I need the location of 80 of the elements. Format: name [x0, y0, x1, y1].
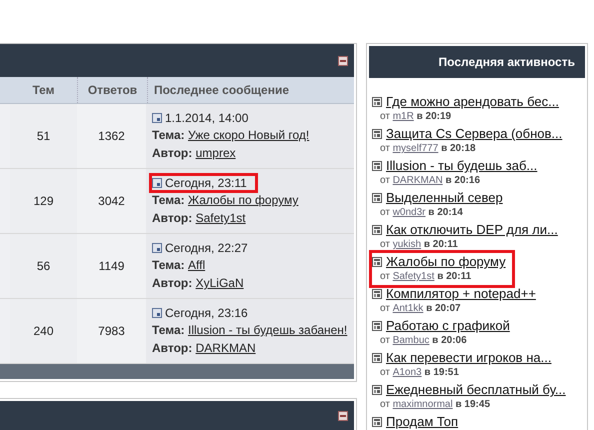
- topic-link[interactable]: Как отключить DEP для ли...: [386, 222, 558, 237]
- topic-link[interactable]: Выделенный север: [386, 190, 503, 205]
- author-link[interactable]: Safety1st: [196, 211, 246, 225]
- post-date: Сегодня, 23:11: [165, 176, 247, 190]
- topic-icon: [372, 128, 382, 138]
- topic-link[interactable]: Illusion - ты будешь заб...: [386, 158, 538, 173]
- post-date: Сегодня, 22:27: [165, 241, 248, 255]
- topic-link[interactable]: Жалобы по форуму: [386, 254, 506, 269]
- panel-title: Последняя активность: [438, 55, 575, 69]
- topic-link[interactable]: Ежедневный бесплатный бу...: [386, 382, 566, 397]
- topic-icon: [372, 224, 382, 234]
- author-line: Автор: XyLiGaN: [152, 276, 244, 290]
- topic-icon: [372, 256, 382, 266]
- post-icon: [152, 113, 162, 123]
- activity-meta: от DARKMAN в 20:16: [380, 175, 480, 186]
- author-link[interactable]: XyLiGaN: [196, 276, 244, 290]
- table-cell: 3042: [98, 194, 125, 208]
- topic-link[interactable]: Жалобы по форуму: [188, 193, 298, 207]
- topic-icon: [372, 96, 382, 106]
- user-link[interactable]: yukish: [392, 239, 422, 250]
- table-cell: 1362: [98, 129, 125, 143]
- topic-link[interactable]: Как перевести игроков на...: [386, 350, 552, 365]
- topic-line: Тема: Жалобы по форуму: [152, 193, 298, 207]
- topic-icon: [372, 352, 382, 362]
- topic-icon: [372, 160, 382, 170]
- topic-line: Тема: Illusion - ты будешь забанен!: [152, 323, 348, 337]
- topic-icon: [372, 384, 382, 394]
- post-date: Сегодня, 23:16: [165, 306, 248, 320]
- topic-link[interactable]: Где можно арендовать бес...: [386, 94, 559, 109]
- author-line: Автор: Safety1st: [152, 211, 246, 225]
- topic-icon: [372, 288, 382, 298]
- column-header: Ответов: [88, 83, 138, 97]
- activity-meta: от Safety1st в 20:11: [380, 271, 472, 282]
- user-link[interactable]: w0nd3r: [392, 207, 426, 218]
- user-link[interactable]: maximnormal: [392, 399, 453, 410]
- collapse-icon[interactable]: [338, 56, 348, 66]
- activity-meta: от A1on3 в 19:51: [380, 367, 459, 378]
- table-cell: 51: [36, 129, 50, 143]
- column-header: Последнее сообщение: [154, 83, 289, 97]
- activity-meta: от m1R в 20:19: [380, 111, 452, 122]
- post-icon: [152, 308, 162, 318]
- user-link[interactable]: myself777: [392, 143, 438, 154]
- activity-meta: от w0nd3r в 20:14: [380, 207, 463, 218]
- post-date: 1.1.2014, 14:00: [165, 111, 248, 125]
- topic-link[interactable]: Компилятор + notepad++: [386, 286, 536, 301]
- post-icon: [152, 243, 162, 253]
- user-link[interactable]: DARKMAN: [392, 175, 443, 186]
- topic-link[interactable]: Illusion - ты будешь забанен!: [188, 323, 348, 337]
- user-link[interactable]: Ant1kk: [392, 303, 424, 314]
- topic-link[interactable]: Affl: [188, 258, 206, 272]
- activity-meta: от Ant1kk в 20:07: [380, 303, 461, 314]
- user-link[interactable]: m1R: [392, 111, 414, 122]
- topic-link[interactable]: Работаю с графикой: [386, 318, 510, 333]
- author-link[interactable]: umprex: [196, 146, 236, 160]
- activity-meta: от yukish в 20:11: [380, 239, 458, 250]
- topic-link[interactable]: Защита Cs Сервера (обнов...: [386, 126, 562, 141]
- table-cell: 56: [36, 259, 50, 273]
- user-link[interactable]: A1on3: [392, 367, 422, 378]
- activity-meta: от maximnormal в 19:45: [380, 399, 490, 410]
- table-cell: 129: [33, 194, 54, 208]
- collapse-icon[interactable]: [338, 411, 348, 421]
- post-icon: [152, 178, 162, 188]
- activity-meta: от myself777 в 20:18: [380, 143, 476, 154]
- topic-line: Тема: Affl: [152, 258, 206, 272]
- topic-line: Тема: Уже скоро Новый год!: [152, 128, 310, 142]
- table-cell: 1149: [98, 259, 124, 273]
- user-link[interactable]: Safety1st: [392, 271, 434, 282]
- author-link[interactable]: DARKMAN: [196, 341, 256, 355]
- topic-link[interactable]: Уже скоро Новый год!: [188, 128, 310, 142]
- topic-icon: [372, 192, 382, 202]
- user-link[interactable]: Bambuc: [392, 335, 430, 346]
- activity-meta: от Bambuc в 20:06: [380, 335, 467, 346]
- table-cell: 240: [33, 324, 54, 338]
- column-header: Тем: [32, 83, 55, 97]
- author-line: Автор: DARKMAN: [152, 341, 256, 355]
- table-cell: 7983: [98, 324, 125, 338]
- author-line: Автор: umprex: [152, 146, 236, 160]
- topic-icon: [372, 320, 382, 330]
- topic-link[interactable]: Продам Топ: [386, 414, 458, 429]
- topic-icon: [372, 416, 382, 426]
